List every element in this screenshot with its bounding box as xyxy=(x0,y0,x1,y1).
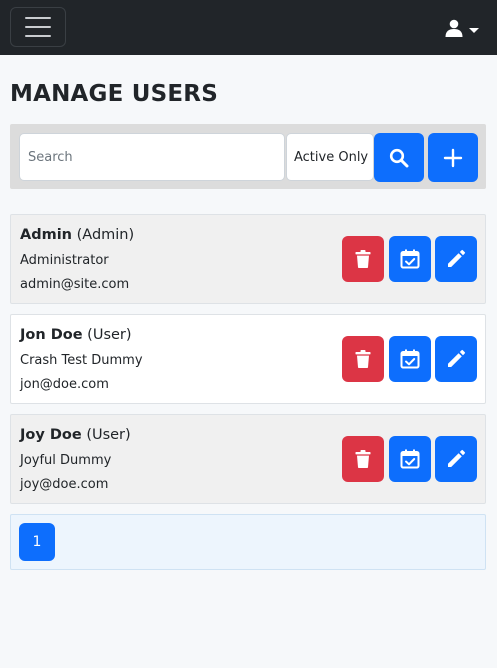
pencil-icon xyxy=(448,449,466,467)
edit-user-button[interactable] xyxy=(435,436,477,482)
user-title: Crash Test Dummy xyxy=(20,353,143,368)
delete-user-button[interactable] xyxy=(342,236,384,282)
user-role: (User) xyxy=(87,327,132,343)
user-role: (Admin) xyxy=(76,227,135,243)
search-input[interactable] xyxy=(19,133,285,181)
trash-icon xyxy=(355,350,371,368)
add-user-button[interactable] xyxy=(428,133,478,182)
menu-toggle-button[interactable] xyxy=(10,7,66,47)
top-navbar xyxy=(0,0,497,55)
user-list-item: Joy Doe (User) Joyful Dummy joy@doe.com xyxy=(10,414,486,504)
schedule-user-button[interactable] xyxy=(389,436,431,482)
pencil-icon xyxy=(448,249,466,267)
chevron-down-icon xyxy=(469,27,479,33)
pagination: 1 xyxy=(10,514,486,570)
user-list-item: Jon Doe (User) Crash Test Dummy jon@doe.… xyxy=(10,314,486,404)
delete-user-button[interactable] xyxy=(342,436,384,482)
user-list-item: Admin (Admin) Administrator admin@site.c… xyxy=(10,214,486,304)
user-name: Jon Doe xyxy=(20,327,83,343)
search-button[interactable] xyxy=(374,133,424,182)
page-button-1[interactable]: 1 xyxy=(19,523,55,561)
user-role: (User) xyxy=(86,427,131,443)
search-toolbar: Active Only xyxy=(10,124,486,189)
user-name: Joy Doe xyxy=(20,427,82,443)
user-email: joy@doe.com xyxy=(20,477,109,492)
user-icon xyxy=(445,19,463,37)
edit-user-button[interactable] xyxy=(435,336,477,382)
user-title: Administrator xyxy=(20,253,109,268)
user-title: Joyful Dummy xyxy=(20,453,112,468)
calendar-check-icon xyxy=(400,349,420,369)
schedule-user-button[interactable] xyxy=(389,336,431,382)
user-menu-dropdown[interactable] xyxy=(445,16,479,40)
pencil-icon xyxy=(448,349,466,367)
hamburger-icon xyxy=(25,17,51,19)
trash-icon xyxy=(355,250,371,268)
trash-icon xyxy=(355,450,371,468)
user-email: jon@doe.com xyxy=(20,377,109,392)
edit-user-button[interactable] xyxy=(435,236,477,282)
calendar-check-icon xyxy=(400,449,420,469)
user-email: admin@site.com xyxy=(20,277,130,292)
status-filter-select[interactable]: Active Only xyxy=(286,133,374,181)
plus-icon xyxy=(443,148,463,167)
user-name: Admin xyxy=(20,227,73,243)
schedule-user-button[interactable] xyxy=(389,236,431,282)
search-icon xyxy=(389,148,409,167)
calendar-check-icon xyxy=(400,249,420,269)
delete-user-button[interactable] xyxy=(342,336,384,382)
page-title: MANAGE USERS xyxy=(10,81,218,107)
